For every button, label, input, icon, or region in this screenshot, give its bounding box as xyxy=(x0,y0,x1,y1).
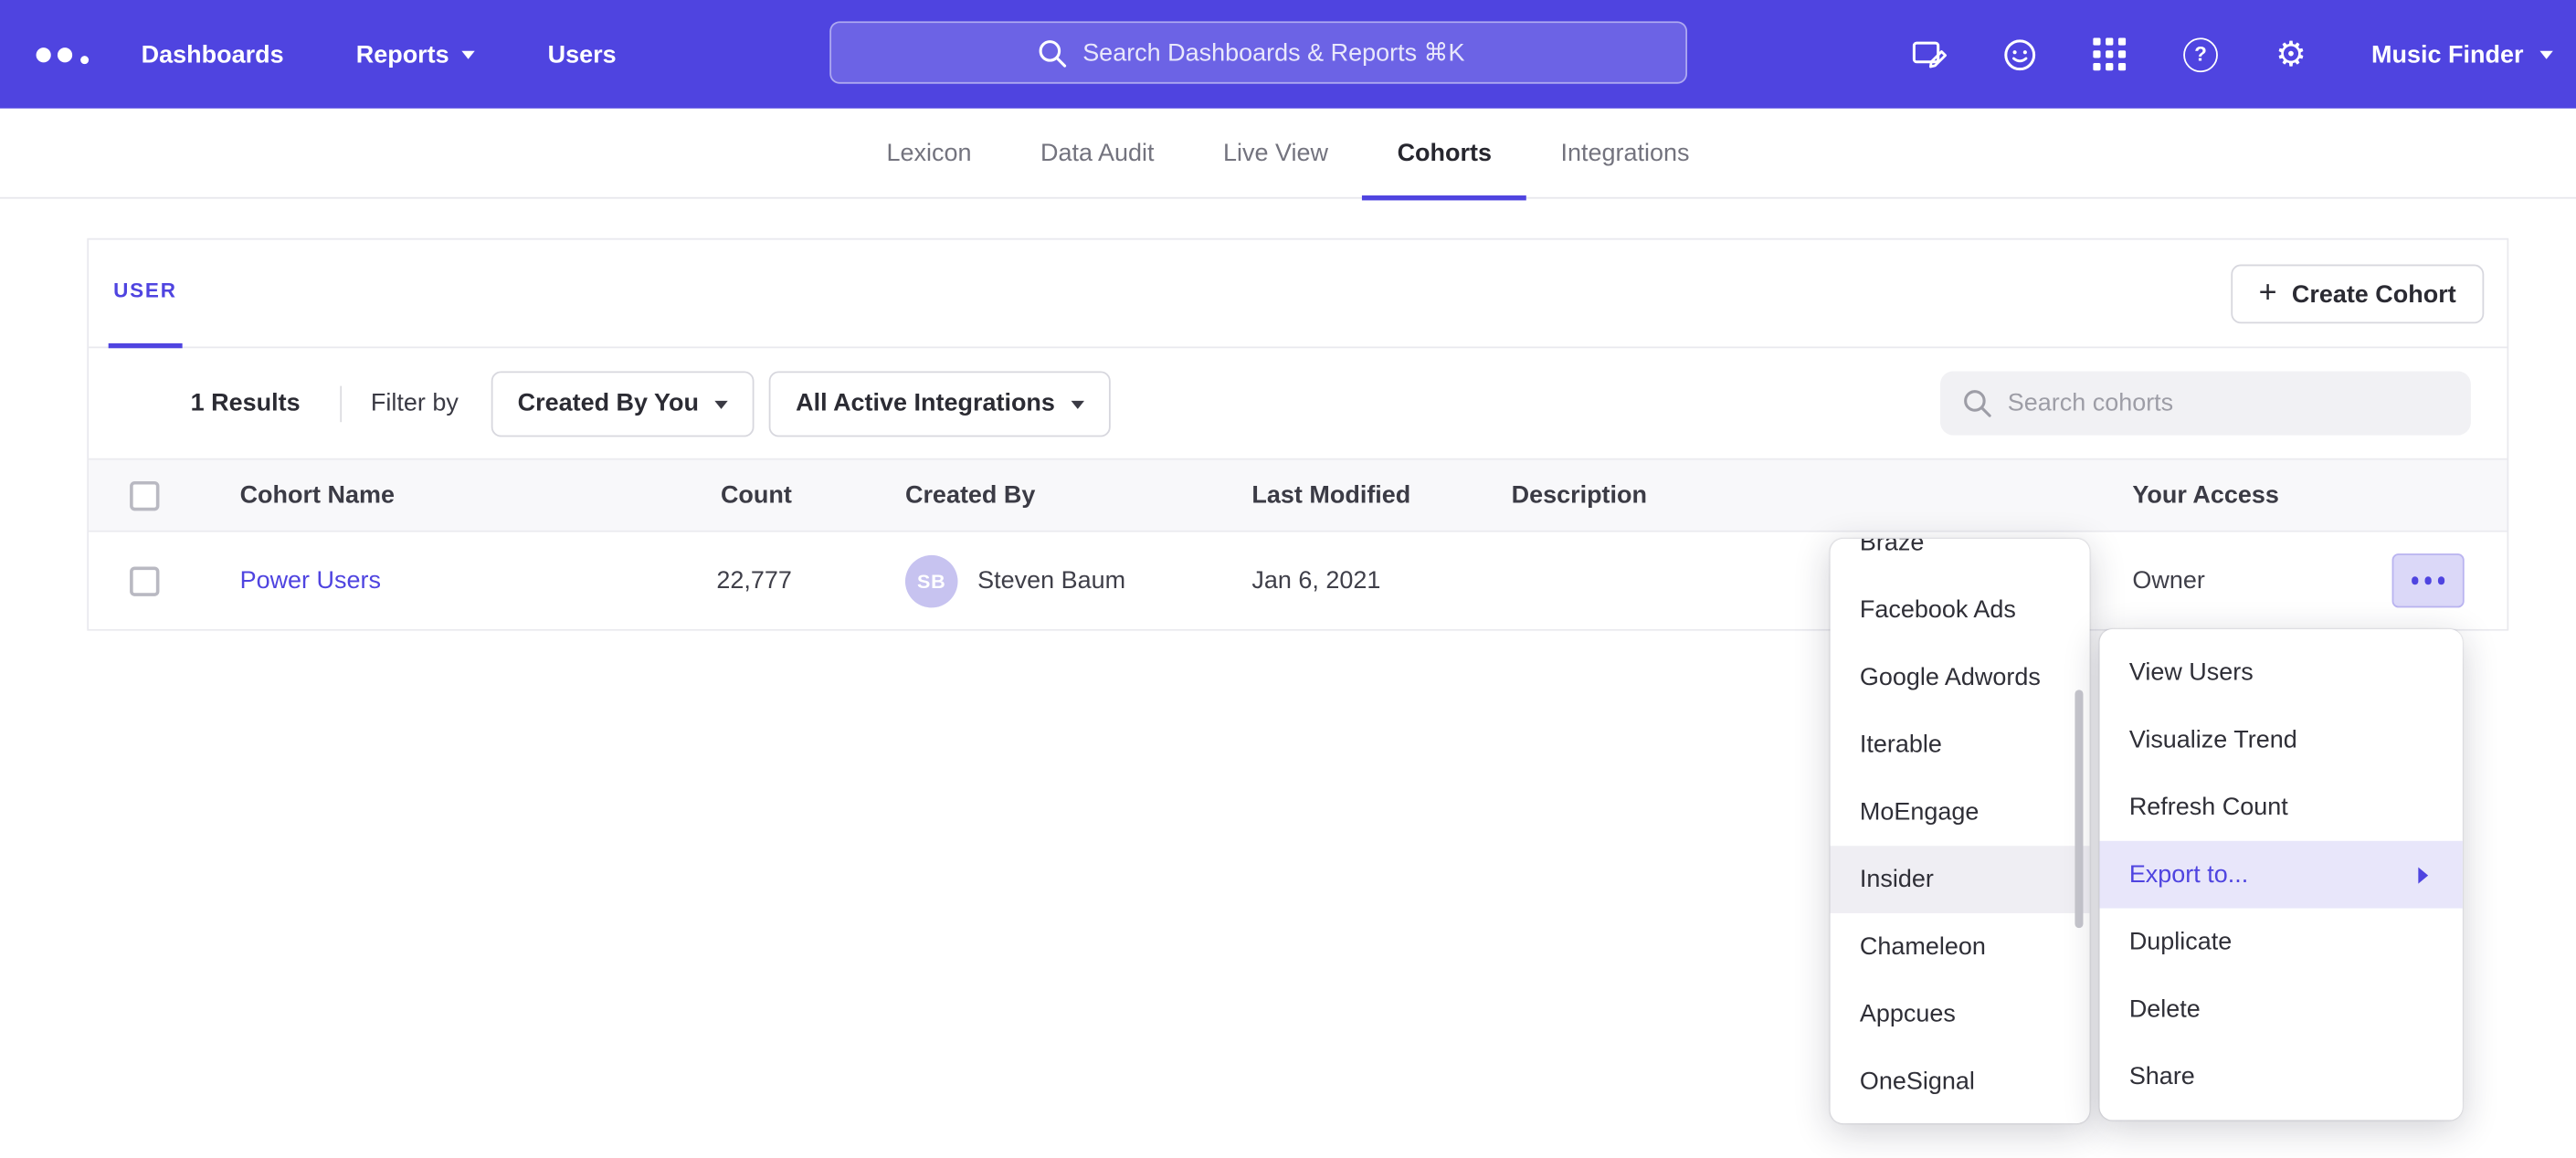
nav-dashboards-label: Dashboards xyxy=(142,40,284,68)
submenu-item-facebook-ads[interactable]: Facebook Ads xyxy=(1830,576,2089,644)
tab-integrations[interactable]: Integrations xyxy=(1526,109,1725,199)
export-submenu-list: Braze Facebook Ads Google Adwords Iterab… xyxy=(1830,539,2089,1115)
search-icon xyxy=(1037,37,1068,68)
menu-item-share[interactable]: Share xyxy=(2099,1043,2462,1111)
chevron-down-icon xyxy=(715,400,728,415)
menu-item-delete[interactable]: Delete xyxy=(2099,975,2462,1043)
global-search[interactable] xyxy=(829,21,1687,83)
tab-lexicon[interactable]: Lexicon xyxy=(852,109,1007,199)
help-icon[interactable]: ? xyxy=(2180,35,2220,74)
nav-users[interactable]: Users xyxy=(548,40,617,68)
submenu-item-braze[interactable]: Braze xyxy=(1830,539,2089,576)
scrollbar-thumb[interactable] xyxy=(2075,690,2083,928)
apps-grid-icon[interactable] xyxy=(2091,35,2130,74)
submenu-item-onesignal[interactable]: OneSignal xyxy=(1830,1047,2089,1115)
row-more-options-button[interactable] xyxy=(2392,553,2465,607)
submenu-item-iterable[interactable]: Iterable xyxy=(1830,711,2089,779)
submenu-item-insider[interactable]: Insider xyxy=(1830,846,2089,913)
filter-by-label: Filter by xyxy=(371,389,459,417)
cohort-search[interactable] xyxy=(1940,371,2471,435)
cohorts-panel: USER + Create Cohort 1 Results Filter by… xyxy=(87,238,2508,631)
row-context-menu: View Users Visualize Trend Refresh Count… xyxy=(2099,629,2462,1121)
cohort-search-input[interactable] xyxy=(2008,389,2450,417)
menu-item-duplicate[interactable]: Duplicate xyxy=(2099,909,2462,976)
cohort-row[interactable]: Power Users 22,777 SB Steven Baum Jan 6,… xyxy=(89,532,2507,629)
nav-reports-label: Reports xyxy=(356,40,449,68)
app-root: Dashboards Reports Users xyxy=(0,0,2576,1158)
col-last-modified[interactable]: Last Modified xyxy=(1156,481,1416,510)
settings-icon[interactable]: ⚙ xyxy=(2271,35,2310,74)
submenu-item-chameleon[interactable]: Chameleon xyxy=(1830,913,2089,981)
tab-data-audit[interactable]: Data Audit xyxy=(1006,109,1188,199)
col-count: Count xyxy=(631,481,807,510)
chevron-down-icon xyxy=(1072,400,1084,415)
submenu-arrow-icon xyxy=(2418,867,2436,883)
menu-item-refresh-count[interactable]: Refresh Count xyxy=(2099,774,2462,841)
created-by-filter-dropdown[interactable]: Created By You xyxy=(491,371,755,437)
divider xyxy=(340,385,342,422)
submenu-item-google-adwords[interactable]: Google Adwords xyxy=(1830,644,2089,711)
feedback-icon[interactable] xyxy=(2001,35,2040,74)
data-management-icon[interactable] xyxy=(1910,35,1949,74)
tab-cohorts[interactable]: Cohorts xyxy=(1363,109,1526,199)
results-count: 1 Results xyxy=(191,389,301,417)
filter-toolbar: 1 Results Filter by Created By You All A… xyxy=(89,348,2507,458)
cohort-name-link[interactable]: Power Users xyxy=(240,566,381,595)
search-icon xyxy=(1961,387,1992,418)
tab-live-view[interactable]: Live View xyxy=(1188,109,1363,199)
chevron-down-icon xyxy=(2539,51,2552,66)
mixpanel-logo[interactable] xyxy=(23,0,115,109)
chevron-down-icon xyxy=(462,51,475,66)
cohort-type-tabs: USER + Create Cohort xyxy=(89,240,2507,349)
export-submenu: Braze Facebook Ads Google Adwords Iterab… xyxy=(1830,539,2089,1123)
topbar-right-cluster: ? ⚙ Music Finder xyxy=(1910,0,2553,109)
cohort-count: 22,777 xyxy=(631,566,807,595)
nav-users-label: Users xyxy=(548,40,617,68)
table-header: Cohort Name Count Created By Last Modifi… xyxy=(89,458,2507,532)
top-navigation-bar: Dashboards Reports Users xyxy=(0,0,2576,109)
menu-item-visualize-trend[interactable]: Visualize Trend xyxy=(2099,706,2462,774)
submenu-item-moengage[interactable]: MoEngage xyxy=(1830,778,2089,846)
global-search-input[interactable] xyxy=(1082,38,1480,67)
col-description: Description xyxy=(1416,481,2037,510)
help-glyph: ? xyxy=(2183,37,2218,71)
row-checkbox[interactable] xyxy=(130,566,159,595)
project-name: Music Finder xyxy=(2371,40,2523,68)
col-cohort-name: Cohort Name xyxy=(240,481,631,510)
integrations-filter-dropdown[interactable]: All Active Integrations xyxy=(769,371,1111,437)
nav-reports[interactable]: Reports xyxy=(356,40,476,68)
avatar: SB xyxy=(905,554,958,607)
section-tabs-bar: Lexicon Data Audit Live View Cohorts Int… xyxy=(0,109,2576,199)
menu-item-view-users[interactable]: View Users xyxy=(2099,639,2462,707)
plus-icon: + xyxy=(2259,277,2277,308)
created-by-name: Steven Baum xyxy=(977,566,1125,595)
col-created-by: Created By xyxy=(807,481,1156,510)
select-all-checkbox[interactable] xyxy=(130,480,159,510)
tab-user-cohorts[interactable]: USER xyxy=(109,239,182,348)
create-cohort-button[interactable]: + Create Cohort xyxy=(2231,265,2484,324)
col-your-access: Your Access xyxy=(2037,481,2349,510)
menu-item-export-to[interactable]: Export to... xyxy=(2099,841,2462,909)
primary-nav: Dashboards Reports Users xyxy=(142,40,617,68)
submenu-item-appcues[interactable]: Appcues xyxy=(1830,981,2089,1048)
project-switcher[interactable]: Music Finder xyxy=(2371,40,2553,68)
last-modified-date: Jan 6, 2021 xyxy=(1156,566,1416,595)
nav-dashboards[interactable]: Dashboards xyxy=(142,40,284,68)
